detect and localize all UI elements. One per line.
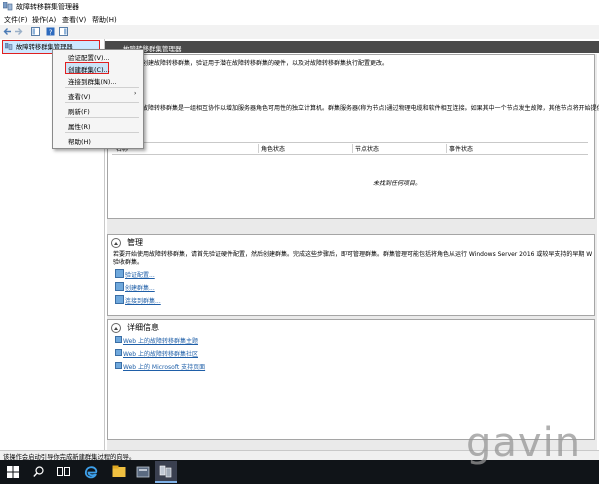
- svg-text:?: ?: [49, 28, 53, 36]
- collapse-icon[interactable]: [111, 323, 121, 333]
- web-community-link[interactable]: Web 上的故障转移群集社区: [123, 349, 198, 358]
- task-view-icon[interactable]: [57, 466, 71, 478]
- overview-text: 故障转移群集是一组相互协作以增加服务器角色可用性的独立计算机。群集服务器(称为节…: [142, 105, 599, 112]
- forward-arrow-icon[interactable]: [14, 27, 23, 36]
- menu-item-create-cluster[interactable]: 创建群集(C)...: [68, 64, 110, 74]
- web-link-icon: [115, 362, 122, 369]
- validate-icon: [115, 269, 124, 278]
- web-link-icon: [115, 336, 122, 343]
- intro-text: 创建故障转移群集，验证用于潜在故障转移群集的硬件，以及对故障转移群集执行配置更改…: [142, 60, 389, 67]
- connect-to-cluster-link[interactable]: 连接到群集...: [125, 296, 161, 305]
- menu-file[interactable]: 文件(F): [4, 15, 28, 25]
- menu-item-validate[interactable]: 验证配置(V)...: [68, 52, 110, 62]
- help-icon[interactable]: ?: [46, 27, 55, 36]
- column-divider[interactable]: [258, 144, 259, 153]
- empty-list-message: 未找到任何项目。: [373, 180, 422, 187]
- manage-description-cont: 验收群集。: [113, 259, 144, 266]
- menu-view[interactable]: 查看(V): [62, 15, 86, 25]
- menu-item-refresh[interactable]: 刷新(F): [68, 106, 90, 116]
- edge-browser-icon[interactable]: [84, 465, 98, 479]
- column-header-event-status[interactable]: 事件状态: [449, 144, 473, 153]
- table-header-line: [112, 142, 588, 143]
- server-manager-icon[interactable]: [136, 465, 150, 479]
- web-link-icon: [115, 349, 122, 356]
- window-title: 故障转移群集管理器: [16, 3, 79, 11]
- menu-separator: [65, 87, 139, 88]
- create-cluster-link[interactable]: 创建群集...: [125, 283, 155, 292]
- menu-action[interactable]: 操作(A): [32, 15, 56, 25]
- menu-separator: [65, 117, 139, 118]
- manage-description: 若要开始使用故障转移群集，请首先验证硬件配置，然后创建群集。完成这些步骤后，即可…: [113, 251, 593, 258]
- manage-section: 管理 若要开始使用故障转移群集，请首先验证硬件配置，然后创建群集。完成这些步骤后…: [107, 234, 595, 316]
- connect-cluster-icon: [115, 295, 124, 304]
- cluster-manager-icon: [5, 43, 13, 50]
- menu-bar: 文件(F) 操作(A) 查看(V) 帮助(H): [0, 14, 599, 25]
- context-menu: 验证配置(V)... 创建群集(C)... 连接到群集(N)... 查看(V) …: [52, 49, 144, 149]
- column-header-role-status[interactable]: 角色状态: [261, 144, 285, 153]
- validate-configuration-link[interactable]: 验证配置...: [125, 270, 155, 279]
- windows-start-icon[interactable]: [7, 466, 19, 478]
- search-icon[interactable]: [33, 466, 44, 478]
- watermark: gavin: [466, 420, 582, 466]
- content-header: 故障转移群集管理器: [105, 41, 599, 53]
- column-divider[interactable]: [446, 144, 447, 153]
- column-header-node-status[interactable]: 节点状态: [355, 144, 379, 153]
- overview-panel: 创建故障转移群集，验证用于潜在故障转移群集的硬件，以及对故障转移群集执行配置更改…: [107, 54, 599, 219]
- content-body: 创建故障转移群集，验证用于潜在故障转移群集的硬件，以及对故障转移群集执行配置更改…: [107, 54, 599, 450]
- menu-item-connect[interactable]: 连接到群集(N)...: [68, 76, 117, 86]
- table-header-line: [112, 154, 588, 155]
- menu-item-properties[interactable]: 属性(R): [68, 121, 91, 131]
- manage-title: 管理: [127, 238, 143, 247]
- submenu-arrow-icon: ›: [134, 90, 137, 97]
- microsoft-support-link[interactable]: Web 上的 Microsoft 支持页面: [123, 362, 205, 371]
- create-cluster-icon: [115, 282, 124, 291]
- details-title: 详细信息: [127, 323, 159, 332]
- show-tree-icon[interactable]: [31, 27, 40, 36]
- title-bar: 故障转移群集管理器: [0, 0, 599, 14]
- menu-help[interactable]: 帮助(H): [92, 15, 117, 25]
- web-topics-link[interactable]: Web 上的故障转移群集主题: [123, 336, 198, 345]
- back-arrow-icon[interactable]: [3, 27, 12, 36]
- menu-separator: [65, 132, 139, 133]
- show-action-pane-icon[interactable]: [59, 27, 68, 36]
- menu-separator: [65, 102, 139, 103]
- cluster-manager-taskbar-icon: [159, 465, 172, 478]
- active-indicator: [155, 481, 177, 483]
- file-explorer-icon[interactable]: [112, 465, 126, 478]
- collapse-icon[interactable]: [111, 238, 121, 248]
- content-pane: 故障转移群集管理器 创建故障转移群集，验证用于潜在故障转移群集的硬件，以及对故障…: [105, 39, 599, 450]
- menu-item-help[interactable]: 帮助(H): [68, 136, 91, 146]
- column-divider[interactable]: [352, 144, 353, 153]
- cluster-manager-icon: [3, 2, 13, 11]
- active-app-highlight[interactable]: [155, 461, 177, 483]
- toolbar: ?: [0, 25, 599, 40]
- menu-item-view[interactable]: 查看(V): [68, 91, 91, 101]
